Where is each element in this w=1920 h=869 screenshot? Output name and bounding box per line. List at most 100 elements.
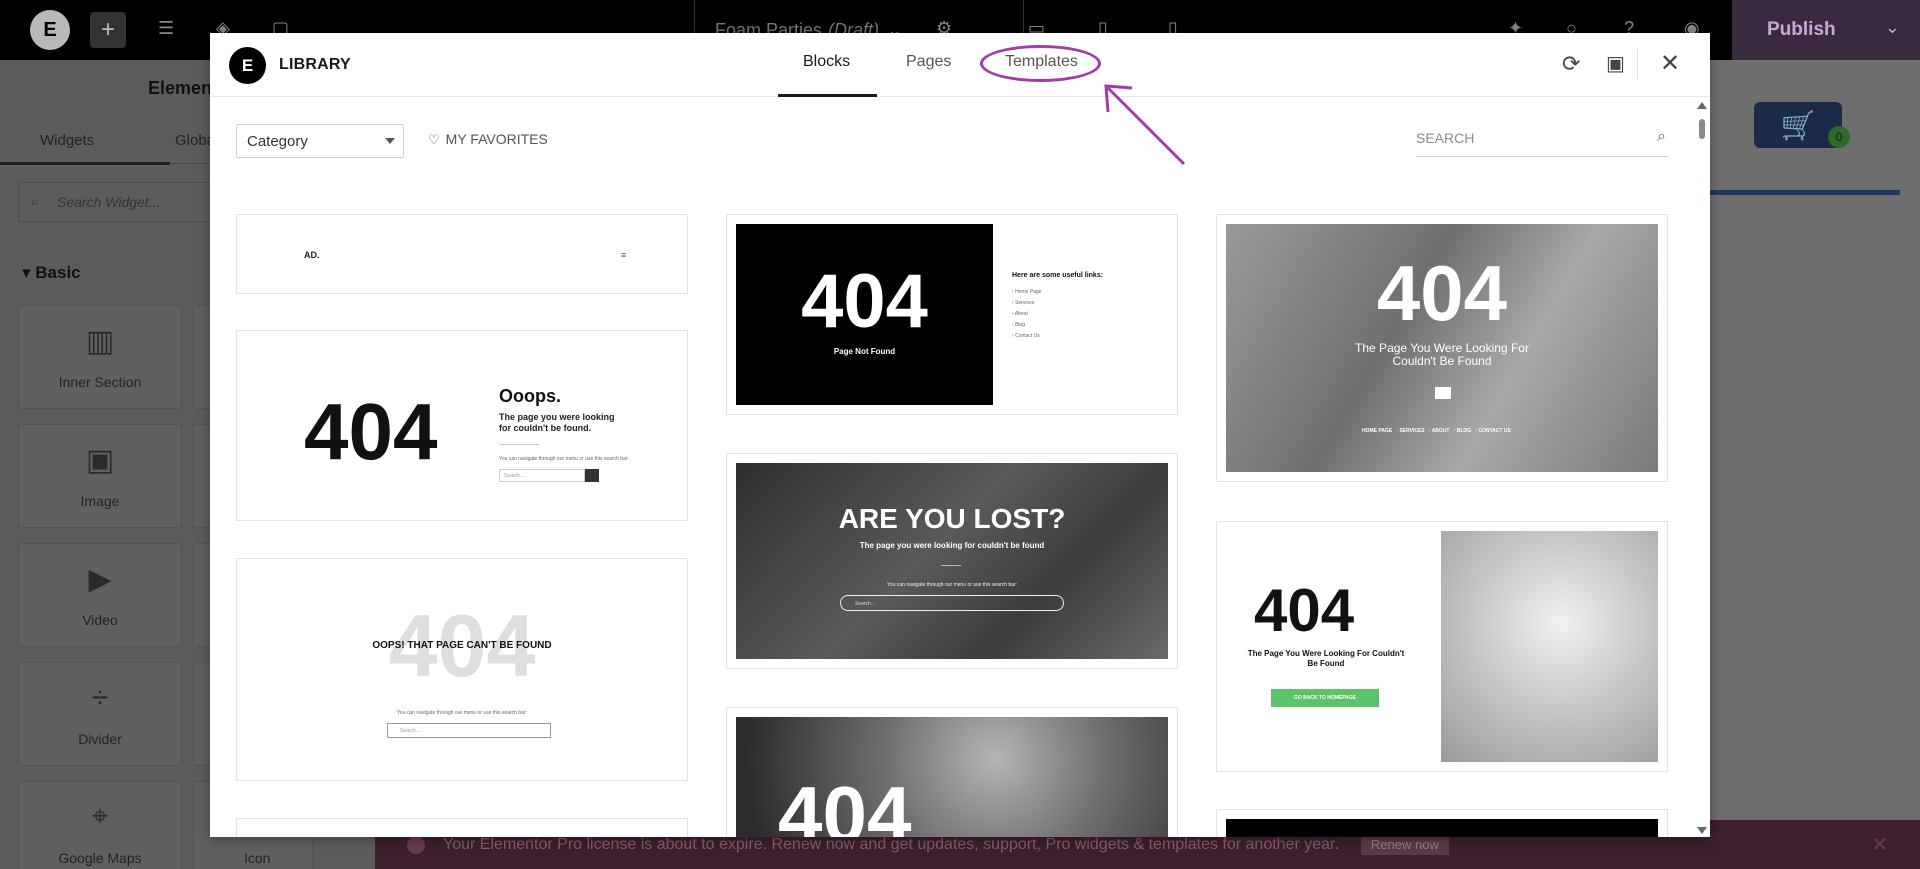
editor-canvas [1700, 60, 1920, 869]
scroll-thumb[interactable] [1699, 119, 1705, 139]
block-thumbnail: 404 Page Not Found Here are some useful … [736, 224, 1168, 405]
divider-icon: ÷ [91, 681, 109, 714]
block-thumbnail: AD. ≡ [246, 224, 678, 284]
renew-now-button[interactable]: Renew now [1360, 834, 1449, 855]
thumb-nav: HOME PAGE · SERVICES · ABOUT · BLOG · CO… [1362, 428, 1511, 434]
hamburger-icon: ≡ [621, 250, 627, 260]
block-thumbnail: 404 The Page You Were Looking For Couldn… [1226, 531, 1658, 762]
thumb-heading: ARE YOU LOST? [838, 503, 1066, 534]
elementor-notice-icon [407, 835, 425, 854]
thumb-subheading: The Page You Were Looking For Couldn't B… [1355, 341, 1529, 369]
favorites-label: MY FAVORITES [445, 131, 548, 147]
canvas-divider [1700, 190, 1900, 195]
flag-icon [1435, 387, 1451, 399]
thumb-404: 404 [304, 387, 438, 476]
thumb-nav-item: SERVICES [1399, 428, 1425, 434]
thumb-heading: Ooops. [499, 386, 561, 406]
notice-text: Your Elementor Pro license is about to e… [443, 835, 1339, 853]
publish-button[interactable]: Publish ⌄ [1732, 0, 1920, 60]
block-card[interactable] [236, 818, 688, 837]
scroll-up-arrow[interactable] [1697, 102, 1707, 109]
image-icon: ▣ [85, 444, 115, 477]
thumb-home-button: GO BACK TO HOMEPAGE [1271, 689, 1379, 707]
block-thumbnail: 404 [736, 717, 1168, 837]
thumb-link: › Contact Us [1012, 333, 1040, 339]
widget-inner-section[interactable]: ▥ Inner Section [18, 305, 182, 409]
library-title: LIBRARY [279, 56, 351, 73]
category-select[interactable]: Category [236, 124, 404, 158]
block-card[interactable]: 404 The Page You Were Looking For Couldn… [1216, 521, 1668, 772]
thumb-404: 404 [801, 259, 928, 344]
block-card[interactable] [1216, 809, 1668, 837]
widget-label: Google Maps [58, 850, 142, 866]
category-placeholder: Category [247, 133, 308, 150]
basic-section-title[interactable]: ▾ Basic [22, 263, 81, 283]
thumb-links-title: Here are some useful links: [1012, 272, 1104, 279]
library-scrollbar[interactable] [1694, 99, 1710, 837]
thumb-nav-item: CONTACT US [1478, 428, 1511, 434]
publish-label: Publish [1767, 19, 1836, 40]
annotation-arrow [1104, 84, 1186, 166]
thumb-note: You can navigate through our menu or use… [397, 710, 527, 716]
thumb-subheading: The page you were looking for couldn't b… [499, 412, 615, 433]
tab-pages[interactable]: Pages [906, 53, 951, 71]
scroll-down-arrow[interactable] [1697, 827, 1707, 834]
thumb-nav-item: HOME PAGE [1362, 428, 1393, 434]
tab-blocks[interactable]: Blocks [803, 53, 850, 71]
thumb-link-label: About [1014, 311, 1028, 317]
thumb-photo [1441, 531, 1658, 762]
block-card[interactable]: ARE YOU LOST? The page you were looking … [726, 453, 1178, 669]
widget-label: Image [80, 493, 120, 509]
close-icon[interactable]: ✕ [1660, 49, 1680, 78]
block-card[interactable]: 404 Page Not Found Here are some useful … [726, 214, 1178, 415]
thumb-caption: Page Not Found [833, 347, 896, 356]
library-modal: E LIBRARY Blocks Pages Templates ⟳ ▣ ✕ C… [210, 33, 1710, 837]
thumb-divider [499, 444, 539, 445]
elementor-logo[interactable]: E [30, 10, 70, 50]
thumb-404: 404 [1254, 577, 1355, 644]
block-card[interactable]: 404 OOPS! THAT PAGE CAN'T BE FOUND You c… [236, 558, 688, 781]
video-icon: ▶ [88, 563, 112, 596]
thumb-logo: AD. [304, 250, 320, 260]
widget-divider[interactable]: ÷ Divider [18, 662, 182, 766]
thumb-search-box: Search... [499, 469, 585, 482]
header-divider [1637, 49, 1638, 79]
templates-highlight-ellipse [980, 45, 1101, 82]
thumb-search-box: Search... [840, 595, 1064, 611]
active-tab-indicator [778, 94, 877, 97]
thumb-link-label: Contact Us [1015, 333, 1040, 339]
thumb-nav-item: BLOG [1456, 428, 1472, 434]
settings-sliders-icon[interactable]: ☰ [158, 18, 174, 39]
columns-icon: ▥ [85, 325, 115, 358]
library-search-placeholder: SEARCH [1416, 130, 1475, 146]
block-card[interactable]: 404 Ooops. The page you were looking for… [236, 330, 688, 521]
thumb-search-button [585, 469, 599, 482]
library-search-input[interactable]: SEARCH ⌕ [1416, 121, 1668, 157]
my-favorites-filter[interactable]: ♡ MY FAVORITES [428, 131, 548, 148]
tab-widgets[interactable]: Widgets [0, 132, 171, 165]
widget-label: Video [82, 612, 118, 628]
sync-icon[interactable]: ⟳ [1562, 51, 1580, 77]
thumb-link-label: Services [1015, 300, 1035, 306]
widget-search-placeholder: Search Widget... [57, 194, 161, 210]
close-icon[interactable]: ✕ [1871, 832, 1888, 857]
thumb-note: You can navigate through our menu or use… [499, 456, 629, 462]
widget-google-maps[interactable]: ⌖ Google Maps [18, 781, 182, 869]
widget-label: Icon [244, 850, 271, 866]
add-element-button[interactable]: + [90, 12, 126, 48]
block-card[interactable]: 404 [726, 707, 1178, 837]
basic-label: Basic [35, 263, 81, 282]
save-icon[interactable]: ▣ [1606, 51, 1625, 76]
block-card[interactable]: 404 The Page You Were Looking For Couldn… [1216, 214, 1668, 482]
thumb-link: › Services [1012, 300, 1035, 306]
widget-video[interactable]: ▶ Video [18, 543, 182, 647]
thumb-link-label: Blog [1015, 322, 1026, 328]
block-card[interactable]: AD. ≡ [236, 214, 688, 294]
chevron-down-icon[interactable]: ⌄ [1885, 17, 1900, 38]
elementor-logo: E [229, 47, 266, 84]
thumb-404: 404 [1376, 249, 1508, 337]
thumb-search-box: Search... [387, 723, 551, 738]
widget-image[interactable]: ▣ Image [18, 424, 182, 528]
block-thumbnail: 404 The Page You Were Looking For Couldn… [1226, 224, 1658, 472]
thumb-link: › Home Page [1012, 289, 1042, 295]
